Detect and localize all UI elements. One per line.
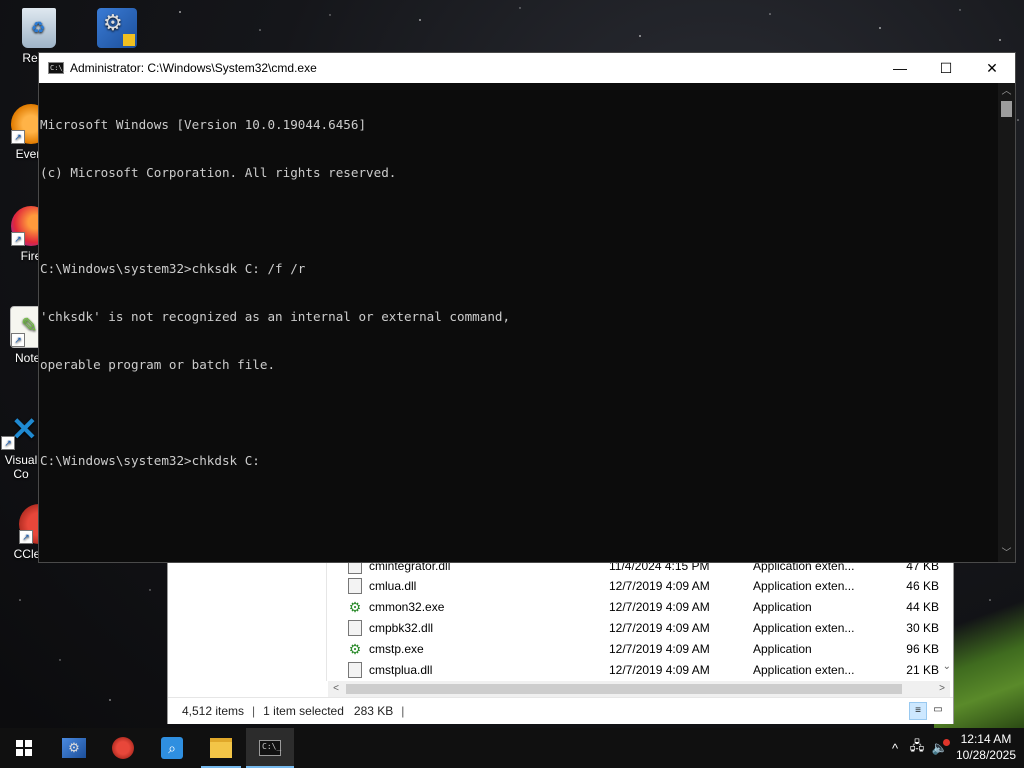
status-bar: 4,512 items | 1 item selected 283 KB | ≡… bbox=[168, 697, 953, 724]
navigation-pane[interactable] bbox=[168, 557, 327, 681]
file-date: 12/7/2019 4:09 AM bbox=[609, 641, 710, 656]
taskbar-ccleaner[interactable] bbox=[99, 728, 147, 768]
console-line: 'chksdk' is not recognized as an interna… bbox=[40, 309, 511, 324]
file-row[interactable]: cmlua.dll 12/7/2019 4:09 AM Application … bbox=[328, 575, 950, 596]
shortcut-arrow-icon: ↗ bbox=[11, 130, 25, 144]
status-separator: | bbox=[401, 704, 405, 718]
system-tray: ^ 🖧 🔈 bbox=[886, 728, 950, 768]
file-row[interactable]: ⚙ cmmon32.exe 12/7/2019 4:09 AM Applicat… bbox=[328, 596, 950, 617]
clock-date: 10/28/2025 bbox=[955, 748, 1016, 762]
window-title: Administrator: C:\Windows\System32\cmd.e… bbox=[70, 61, 317, 75]
title-bar[interactable]: C:\_ Administrator: C:\Windows\System32\… bbox=[39, 53, 1015, 83]
shortcut-arrow-icon: ↗ bbox=[11, 333, 25, 347]
vscode-icon: ✕ ↗ bbox=[1, 410, 41, 450]
shortcut-arrow-icon: ↗ bbox=[19, 530, 33, 544]
magnifier-icon: ⌕ bbox=[161, 737, 183, 759]
file-date: 12/7/2019 4:09 AM bbox=[609, 662, 710, 677]
cmd-window[interactable]: C:\_ Administrator: C:\Windows\System32\… bbox=[38, 52, 1016, 563]
file-date: 12/7/2019 4:09 AM bbox=[609, 599, 710, 614]
maximize-icon: ☐ bbox=[939, 59, 953, 76]
start-button[interactable] bbox=[0, 728, 48, 768]
windows-logo-icon bbox=[16, 740, 32, 756]
scroll-up-icon[interactable]: ︿ bbox=[998, 83, 1015, 100]
file-name: cmpbk32.dll bbox=[369, 620, 434, 635]
desktop-icon-control-panel[interactable]: ⚙ bbox=[82, 8, 152, 51]
clock[interactable]: 12:14 AM 10/28/2025 bbox=[956, 731, 1016, 763]
console-line: operable program or batch file. bbox=[40, 357, 276, 372]
volume-muted-icon[interactable]: 🔈 bbox=[930, 739, 950, 756]
file-type: Application bbox=[753, 599, 812, 614]
console-line: (c) Microsoft Corporation. All rights re… bbox=[40, 165, 397, 180]
taskbar-control-panel[interactable]: ⚙ bbox=[50, 728, 98, 768]
control-panel-icon: ⚙ bbox=[62, 738, 86, 758]
command-prompt-line[interactable]: C:\Windows\system32>chkdsk C: bbox=[40, 453, 998, 469]
selected-count: 1 item selected bbox=[263, 704, 344, 718]
taskbar: ⚙ ⌕ C:\_ ^ 🖧 🔈 12:14 AM 10/28/2025 bbox=[0, 728, 1024, 768]
exe-file-icon: ⚙ bbox=[348, 640, 362, 657]
exe-file-icon: ⚙ bbox=[348, 598, 362, 615]
minimize-button[interactable]: — bbox=[877, 53, 923, 83]
cmd-app-icon: C:\_ bbox=[48, 62, 67, 74]
dll-file-icon bbox=[348, 619, 362, 636]
scroll-right-icon[interactable]: > bbox=[934, 681, 950, 697]
file-row[interactable]: ⚙ cmstp.exe 12/7/2019 4:09 AM Applicatio… bbox=[328, 638, 950, 659]
shortcut-arrow-icon: ↗ bbox=[1, 436, 15, 450]
file-size: 44 KB bbox=[906, 599, 939, 614]
shortcut-arrow-icon: ↗ bbox=[11, 232, 25, 246]
dll-file-icon bbox=[348, 577, 362, 594]
file-name: cmstplua.dll bbox=[369, 662, 433, 677]
file-explorer-icon bbox=[210, 738, 232, 758]
taskbar-magnifier[interactable]: ⌕ bbox=[148, 728, 196, 768]
scroll-down-icon[interactable]: ﹀ bbox=[998, 545, 1015, 562]
taskbar-file-explorer[interactable] bbox=[197, 728, 245, 768]
show-hidden-icons-button[interactable]: ^ bbox=[886, 741, 904, 756]
file-date: 12/7/2019 4:09 AM bbox=[609, 620, 710, 635]
file-type: Application exten... bbox=[753, 662, 855, 677]
file-type: Application bbox=[753, 641, 812, 656]
large-icons-view-icon[interactable]: ▭ bbox=[929, 702, 947, 720]
console-line: C:\Windows\system32>chksdk C: /f /r bbox=[40, 261, 306, 276]
file-size: 21 KB bbox=[906, 662, 939, 677]
console-line: Microsoft Windows [Version 10.0.19044.64… bbox=[40, 117, 367, 132]
scrollbar-thumb[interactable] bbox=[346, 684, 902, 694]
taskbar-cmd[interactable]: C:\_ bbox=[246, 728, 294, 768]
recycle-bin-icon: ♻ bbox=[22, 8, 56, 48]
close-button[interactable]: ✕ bbox=[969, 53, 1015, 83]
file-row[interactable]: cmpbk32.dll 12/7/2019 4:09 AM Applicatio… bbox=[328, 617, 950, 638]
file-size: 96 KB bbox=[906, 641, 939, 656]
selected-size: 283 KB bbox=[353, 704, 394, 718]
file-name: cmmon32.exe bbox=[369, 599, 445, 614]
file-explorer-window: cmintegrator.dll 11/4/2024 4:15 PM Appli… bbox=[167, 556, 954, 724]
maximize-button[interactable]: ☐ bbox=[923, 53, 969, 83]
minimize-icon: — bbox=[893, 60, 907, 76]
ccleaner-icon bbox=[112, 737, 134, 759]
file-type: Application exten... bbox=[753, 620, 855, 635]
file-date: 12/7/2019 4:09 AM bbox=[609, 578, 710, 593]
file-size: 46 KB bbox=[906, 578, 939, 593]
scrollbar-thumb[interactable] bbox=[1001, 101, 1012, 117]
cmd-icon: C:\_ bbox=[259, 740, 281, 756]
scroll-left-icon[interactable]: < bbox=[328, 681, 344, 697]
file-type: Application exten... bbox=[753, 578, 855, 593]
horizontal-scrollbar[interactable]: < > bbox=[328, 681, 950, 697]
control-panel-icon: ⚙ bbox=[97, 8, 137, 48]
file-name: cmlua.dll bbox=[369, 578, 417, 593]
file-row[interactable]: cmstplua.dll 12/7/2019 4:09 AM Applicati… bbox=[328, 659, 950, 680]
network-icon[interactable]: 🖧 bbox=[904, 737, 930, 759]
item-count: 4,512 items bbox=[182, 704, 245, 718]
console-output[interactable]: Microsoft Windows [Version 10.0.19044.64… bbox=[39, 83, 998, 562]
dll-file-icon bbox=[348, 661, 362, 678]
details-view-icon[interactable]: ≡ bbox=[909, 702, 927, 720]
file-name: cmstp.exe bbox=[369, 641, 424, 656]
console-scrollbar[interactable]: ︿ ﹀ bbox=[998, 83, 1015, 562]
clock-time: 12:14 AM bbox=[960, 732, 1012, 746]
status-separator: | bbox=[252, 704, 256, 718]
close-icon: ✕ bbox=[986, 59, 998, 76]
file-size: 30 KB bbox=[906, 620, 939, 635]
scroll-down-icon[interactable]: ⌄ bbox=[943, 661, 951, 672]
